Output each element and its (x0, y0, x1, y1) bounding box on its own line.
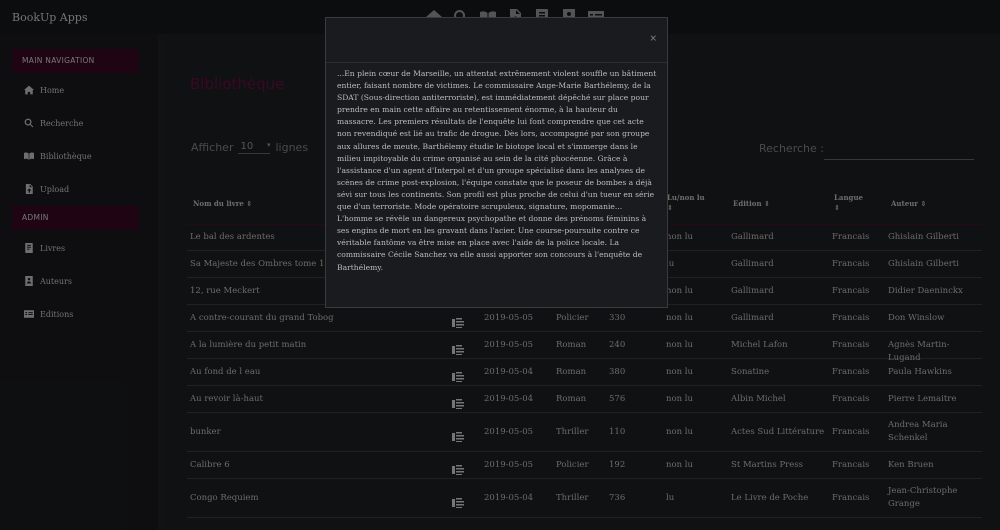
close-icon[interactable]: × (649, 34, 657, 44)
book-summary-modal: × ...En plein cœur de Marseille, un atte… (325, 17, 668, 308)
modal-header: × (326, 18, 667, 63)
modal-summary-text: ...En plein cœur de Marseille, un attent… (337, 69, 657, 272)
